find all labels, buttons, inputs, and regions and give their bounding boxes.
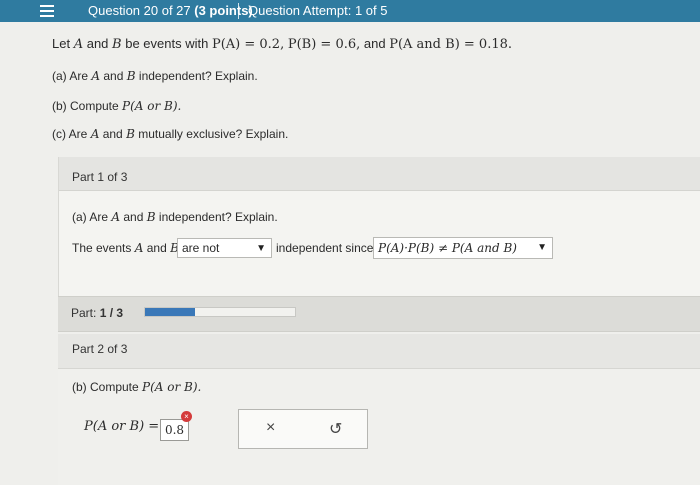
part1-q-and: and: [123, 210, 144, 224]
intro-pa: P(A) = 0.2,: [211, 37, 285, 52]
intro-and2: and: [363, 36, 386, 51]
part2-panel: [58, 334, 700, 485]
item-b-math: P(A or B).: [122, 99, 182, 113]
question-number: Question 20 of 27 (3 points): [88, 3, 253, 18]
reason-select-value: P(A)·P(B) ≠ P(A and B): [378, 241, 517, 255]
part1-label: Part 1 of 3: [72, 170, 128, 184]
item-b-prefix: (b) Compute: [52, 99, 119, 113]
progress-label: Part: 1 / 3: [71, 306, 123, 320]
progress-bar: [144, 307, 296, 317]
part1-question: (a) Are A and B independent? Explain.: [72, 210, 278, 224]
part1-s-prefix: The events: [72, 241, 132, 255]
independence-select-value: are not: [182, 241, 220, 255]
question-header-bar: Question 20 of 27 (3 points) Question At…: [0, 0, 700, 22]
item-b: (b) Compute P(A or B).: [52, 99, 181, 113]
chevron-down-icon: ▼: [537, 242, 547, 253]
question-count: Question 20 of 27: [88, 3, 191, 18]
question-page: Let A and B be events with P(A) = 0.2, P…: [0, 22, 700, 485]
item-a-and: and: [103, 69, 124, 83]
item-a-prefix: (a) Are: [52, 69, 89, 83]
intro-and: and: [86, 36, 109, 51]
intro-pab: P(A and B) = 0.18.: [389, 37, 512, 52]
part1-s-and: and: [146, 241, 167, 255]
item-a-B: B: [126, 69, 136, 83]
item-c-B: B: [126, 127, 135, 141]
clear-button[interactable]: ×: [266, 419, 275, 437]
item-c-suffix: mutually exclusive? Explain.: [138, 127, 289, 141]
answer-actions: × ↺: [238, 409, 368, 449]
part2-label: Part 2 of 3: [72, 342, 128, 356]
part2-q-prefix: (b) Compute: [72, 380, 139, 394]
part1-q-B: B: [146, 210, 156, 224]
attempt-label: Question Attempt: 1 of 5: [248, 3, 388, 18]
part1-panel: [58, 157, 700, 299]
intro-B: B: [112, 37, 122, 52]
intro-lead: Let: [52, 36, 71, 51]
intro-rest: be events with: [125, 36, 209, 51]
question-points: (3 points): [194, 3, 253, 18]
independence-select[interactable]: are not ▼: [177, 238, 272, 258]
part1-sentence: The events A and B: [72, 241, 179, 255]
item-a: (a) Are A and B independent? Explain.: [52, 69, 258, 83]
item-a-suffix: independent? Explain.: [138, 69, 258, 83]
part2-header: [58, 334, 700, 369]
reason-select[interactable]: P(A)·P(B) ≠ P(A and B) ▼: [373, 237, 553, 259]
item-c-and: and: [102, 127, 123, 141]
problem-statement: Let A and B be events with P(A) = 0.2, P…: [52, 36, 512, 52]
part1-q-prefix: (a) Are: [72, 210, 109, 224]
part1-s-A: A: [134, 241, 144, 255]
menu-icon[interactable]: [40, 2, 62, 20]
part-progress: Part: 1 / 3: [58, 296, 700, 332]
item-c-A: A: [90, 127, 100, 141]
chevron-down-icon: ▼: [256, 243, 266, 254]
item-a-A: A: [91, 69, 101, 83]
undo-button[interactable]: ↺: [329, 419, 342, 439]
item-c-prefix: (c) Are: [52, 127, 88, 141]
intro-pb: P(B) = 0.6,: [287, 37, 361, 52]
progress-bar-fill: [145, 308, 195, 316]
part1-header: [59, 157, 700, 191]
intro-A: A: [73, 37, 84, 52]
progress-prefix: Part:: [71, 306, 97, 320]
item-c: (c) Are A and B mutually exclusive? Expl…: [52, 127, 288, 141]
part2-question: (b) Compute P(A or B).: [72, 380, 201, 394]
answer-lhs: P(A or B) =: [84, 419, 160, 434]
part1-q-A: A: [111, 210, 121, 224]
error-icon: ×: [181, 411, 192, 422]
part1-sentence-mid: independent since: [276, 241, 374, 255]
part2-q-math: P(A or B).: [142, 380, 202, 394]
answer-input[interactable]: 0.8: [160, 419, 189, 441]
progress-value: 1 / 3: [99, 306, 124, 320]
part1-q-suffix: independent? Explain.: [158, 210, 278, 224]
header-divider: [238, 3, 239, 19]
